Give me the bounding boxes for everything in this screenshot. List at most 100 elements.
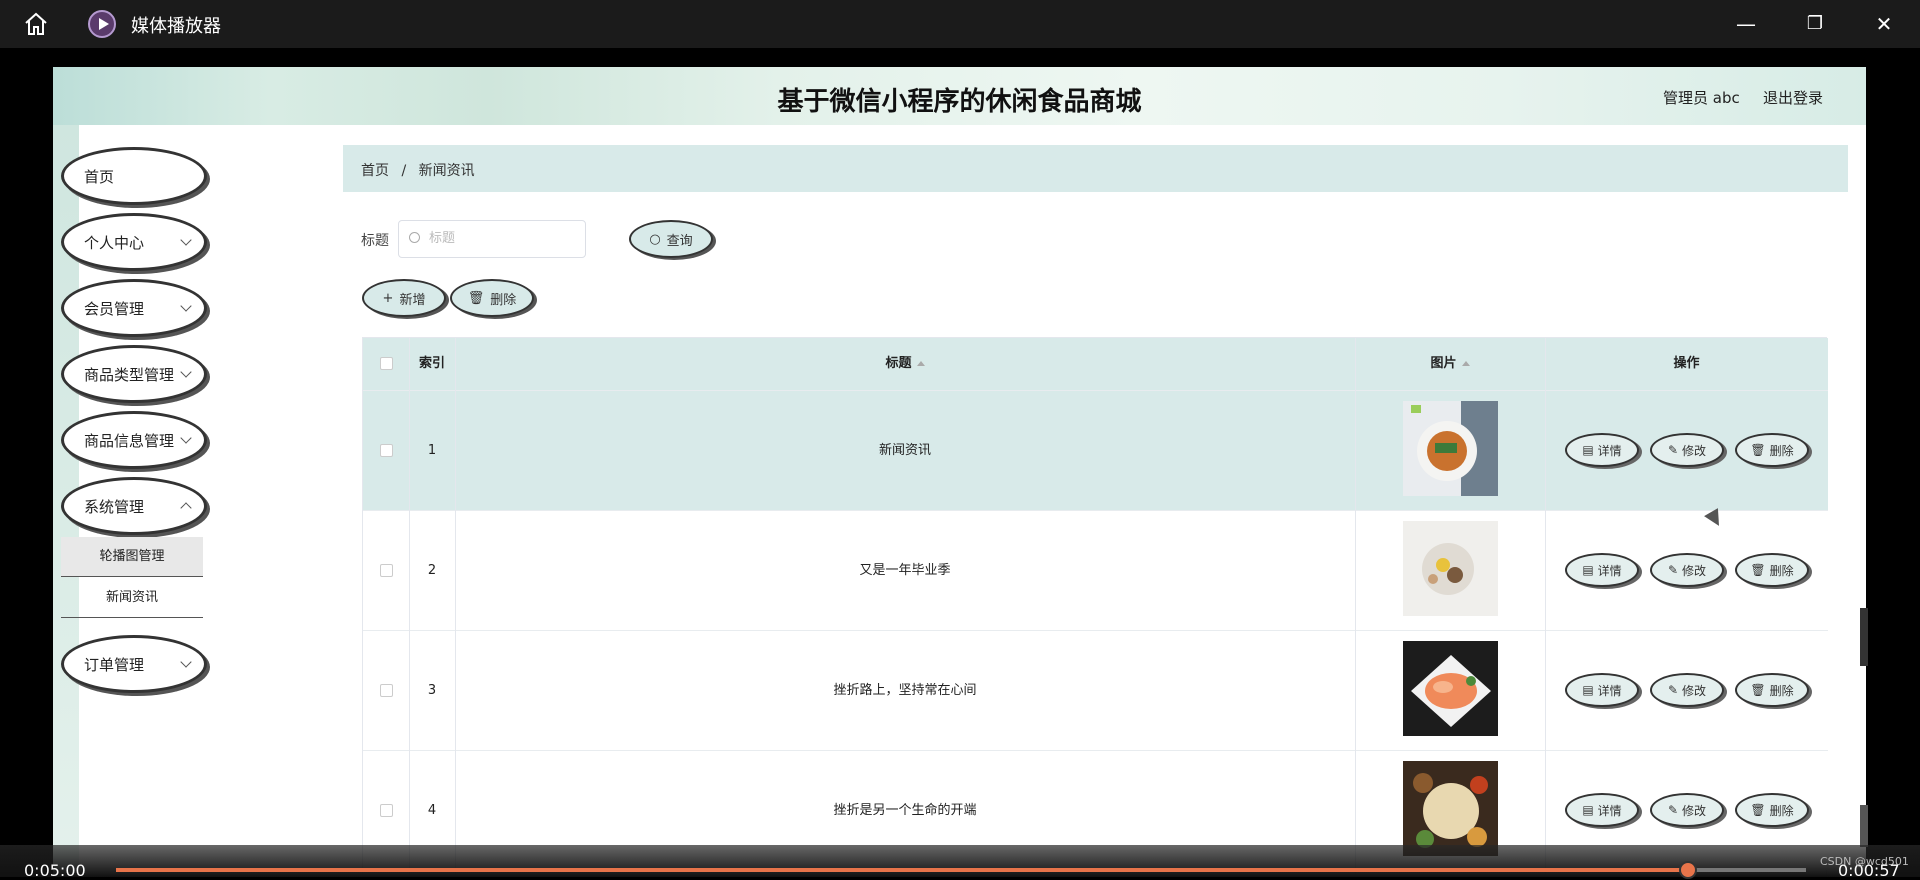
search-icon [409, 232, 420, 243]
table-header: 索引 标题 图片 操作 [363, 338, 1828, 390]
plus-icon: + [382, 290, 394, 306]
progress-knob[interactable] [1678, 861, 1697, 879]
add-button[interactable]: + 新增 [362, 279, 446, 317]
edit-button[interactable]: ✎ 修改 [1650, 433, 1724, 467]
sidebar-item-members[interactable]: 会员管理 [61, 279, 207, 337]
detail-button-label: 详情 [1597, 683, 1622, 698]
row-delete-button[interactable]: 🗑 删除 [1735, 793, 1809, 827]
detail-button[interactable]: ▤ 详情 [1565, 433, 1639, 467]
detail-icon: ▤ [1582, 443, 1594, 457]
restore-button[interactable]: ❐ [1795, 8, 1835, 40]
player-logo-icon [88, 10, 116, 38]
header-image[interactable]: 图片 [1355, 338, 1545, 390]
row-delete-button-label: 删除 [1769, 683, 1794, 698]
search-input[interactable]: 标题 [398, 220, 586, 258]
trash-icon: 🗑 [467, 290, 485, 306]
home-icon[interactable] [22, 10, 50, 38]
sidebar-item-personal[interactable]: 个人中心 [61, 213, 207, 271]
elapsed-time: 0:05:00 [24, 861, 86, 880]
row-checkbox[interactable] [380, 804, 393, 817]
row-checkbox[interactable] [380, 684, 393, 697]
progress-fill [116, 868, 1688, 872]
row-checkbox[interactable] [380, 444, 393, 457]
breadcrumb-separator: / [401, 163, 407, 179]
search-placeholder: 标题 [429, 231, 456, 246]
edit-button-label: 修改 [1682, 803, 1707, 818]
scrollbar-thumb-secondary[interactable] [1860, 805, 1868, 847]
edit-button-label: 修改 [1682, 683, 1707, 698]
delete-button[interactable]: 🗑 删除 [450, 279, 534, 317]
sort-icon [1461, 361, 1470, 366]
column-divider [455, 338, 456, 877]
player-titlebar: 媒体播放器 — ❐ ✕ [0, 0, 1920, 48]
site-title: 基于微信小程序的休闲食品商城 [777, 87, 1142, 117]
row-index: 3 [427, 683, 437, 698]
header-index: 索引 [418, 356, 445, 371]
food-thumbnail [1403, 401, 1498, 496]
sidebar-item-product-info[interactable]: 商品信息管理 [61, 411, 207, 469]
edit-button[interactable]: ✎ 修改 [1650, 793, 1724, 827]
edit-icon: ✎ [1667, 803, 1679, 817]
header-title[interactable]: 标题 [455, 338, 1355, 390]
edit-button-label: 修改 [1682, 563, 1707, 578]
chevron-up-icon [180, 502, 192, 514]
row-title: 挫折路上，坚持常在心间 [833, 683, 977, 698]
row-delete-button-label: 删除 [1769, 563, 1794, 578]
header-image-label: 图片 [1430, 356, 1457, 371]
video-frame: 基于微信小程序的休闲食品商城 管理员 abc 退出登录 首页 个人中心 会员管理… [53, 67, 1866, 877]
food-thumbnail [1403, 761, 1498, 856]
trash-icon: 🗑 [1750, 443, 1766, 457]
row-delete-button[interactable]: 🗑 删除 [1735, 553, 1809, 587]
detail-button-label: 详情 [1597, 443, 1622, 458]
header-title-label: 标题 [885, 356, 912, 371]
edit-icon: ✎ [1667, 443, 1679, 457]
query-button-label: 查询 [666, 233, 693, 249]
row-delete-button-label: 删除 [1769, 443, 1794, 458]
chevron-down-icon [180, 300, 192, 312]
watermark: CSDN @wcd501 [1820, 855, 1909, 868]
sidebar-item-label: 个人中心 [84, 233, 145, 252]
edit-button-label: 修改 [1682, 443, 1707, 458]
row-delete-button[interactable]: 🗑 删除 [1735, 433, 1809, 467]
add-button-label: 新增 [399, 292, 426, 308]
row-delete-button[interactable]: 🗑 删除 [1735, 673, 1809, 707]
minimize-button[interactable]: — [1726, 8, 1766, 40]
detail-button[interactable]: ▤ 详情 [1565, 553, 1639, 587]
breadcrumb-current: 新闻资讯 [418, 163, 475, 179]
scrollbar-thumb[interactable] [1860, 608, 1868, 666]
breadcrumb-home[interactable]: 首页 [361, 163, 389, 179]
row-checkbox[interactable] [380, 564, 393, 577]
column-divider [1355, 338, 1356, 877]
detail-button[interactable]: ▤ 详情 [1565, 673, 1639, 707]
logout-link[interactable]: 退出登录 [1763, 87, 1823, 108]
close-button[interactable]: ✕ [1864, 8, 1904, 40]
delete-button-label: 删除 [490, 292, 517, 308]
trash-icon: 🗑 [1750, 803, 1766, 817]
sidebar-item-product-types[interactable]: 商品类型管理 [61, 345, 207, 403]
select-all-checkbox[interactable] [380, 357, 393, 370]
sort-icon [916, 361, 925, 366]
detail-icon: ▤ [1582, 803, 1594, 817]
edit-button[interactable]: ✎ 修改 [1650, 553, 1724, 587]
row-title: 新闻资讯 [878, 443, 931, 458]
edit-button[interactable]: ✎ 修改 [1650, 673, 1724, 707]
row-title: 又是一年毕业季 [859, 563, 951, 578]
news-table: 索引 标题 图片 操作 1 新闻资讯 ▤ 详情 ✎ 修改 🗑 删除 2 又是一年… [362, 337, 1828, 877]
detail-button[interactable]: ▤ 详情 [1565, 793, 1639, 827]
sidebar-item-label: 订单管理 [84, 655, 145, 674]
table-row: 2 又是一年毕业季 ▤ 详情 ✎ 修改 🗑 删除 [363, 510, 1828, 630]
chevron-down-icon [180, 234, 192, 246]
sidebar-item-home[interactable]: 首页 [61, 147, 207, 205]
sidebar-subitem-carousel[interactable]: 轮播图管理 [61, 537, 203, 577]
edit-icon: ✎ [1667, 563, 1679, 577]
sidebar-item-system[interactable]: 系统管理 [61, 477, 207, 535]
sidebar-item-label: 商品类型管理 [84, 365, 175, 384]
row-index: 1 [427, 443, 437, 458]
food-thumbnail [1403, 641, 1498, 736]
sidebar-subitem-news[interactable]: 新闻资讯 [61, 578, 203, 618]
trash-icon: 🗑 [1750, 563, 1766, 577]
detail-button-label: 详情 [1597, 803, 1622, 818]
sidebar-item-orders[interactable]: 订单管理 [61, 635, 207, 693]
query-button[interactable]: ○ 查询 [629, 220, 713, 258]
search-icon: ○ [649, 231, 661, 247]
